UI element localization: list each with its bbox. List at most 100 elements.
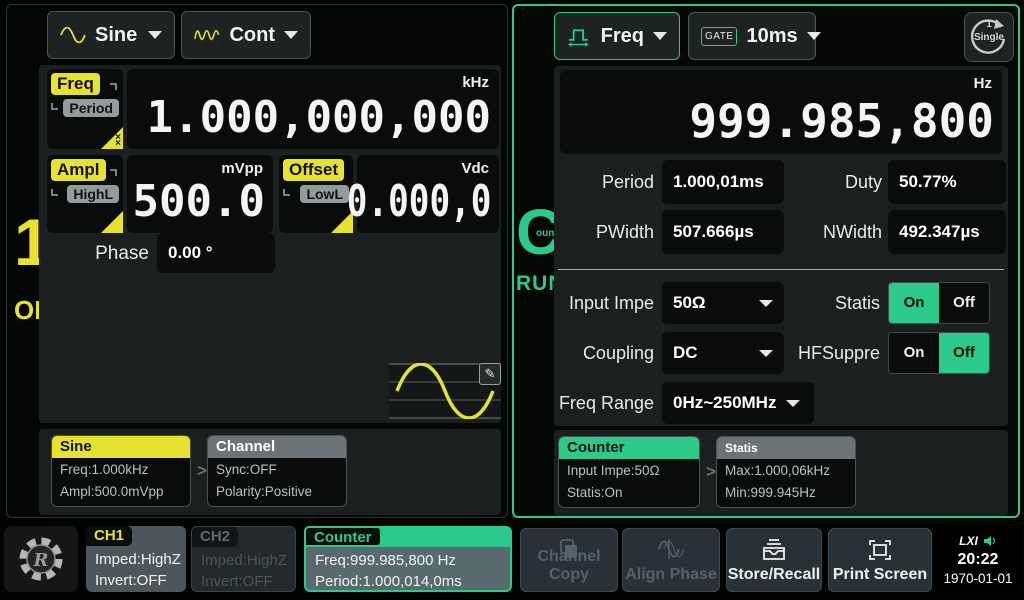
offset-display[interactable]: Vdc 0.000,0 bbox=[357, 155, 499, 233]
store-recall-label: Store/Recall bbox=[727, 566, 821, 584]
input-impedance-label: Input Impe bbox=[554, 293, 654, 314]
gate-time-select[interactable]: GATE 10ms bbox=[688, 12, 816, 60]
knob-indicator-icon bbox=[101, 211, 123, 233]
store-recall-button[interactable]: Store/Recall bbox=[726, 528, 822, 592]
coupling-label: Coupling bbox=[554, 343, 654, 364]
align-phase-label: Align Phase bbox=[623, 566, 719, 584]
chevron-right-icon: > bbox=[706, 462, 716, 482]
svg-text:R: R bbox=[33, 550, 49, 571]
caret-down-icon bbox=[786, 400, 800, 407]
ch1-status-tile[interactable]: CH1 Imped:HighZ Invert:OFF bbox=[86, 526, 186, 592]
ch1-tab-label: CH1 bbox=[86, 526, 132, 546]
waveform-preview[interactable]: ✎ bbox=[389, 363, 501, 419]
period-value: 1.000,01ms bbox=[662, 160, 784, 204]
channel1-parameters: Freq Period × kHz 1.000,000,000 Ampl Hig… bbox=[39, 65, 501, 423]
counter-freq-display[interactable]: Hz 999.985,800 bbox=[560, 70, 1002, 154]
ch1-invert: Invert:OFF bbox=[86, 570, 186, 591]
input-impedance-value: 50Ω bbox=[673, 293, 706, 313]
sine-icon bbox=[60, 27, 86, 43]
align-phase-button[interactable]: Align Phase bbox=[622, 528, 720, 592]
channel-card-polarity: Polarity:Positive bbox=[208, 482, 346, 502]
channel1-cards: Sine Freq:1.000kHz Ampl:500.0mVpp > Chan… bbox=[39, 429, 501, 515]
statis-toggle: On Off bbox=[888, 282, 990, 324]
phase-value: 0.00 ° bbox=[168, 243, 213, 263]
gear-logo-icon: R bbox=[15, 533, 67, 585]
hfsuppre-on-button[interactable]: On bbox=[889, 333, 939, 373]
ampl-key[interactable]: Ampl HighL × bbox=[47, 155, 123, 233]
counter-card-statis: Statis:On bbox=[559, 483, 699, 503]
corner-mark-icon bbox=[51, 189, 58, 196]
phase-field[interactable]: 0.00 ° bbox=[157, 233, 275, 273]
clock-time: 20:22 bbox=[936, 551, 1020, 569]
single-button[interactable]: 1 Single bbox=[964, 12, 1014, 62]
single-count: 1 bbox=[965, 19, 1013, 30]
caret-down-icon bbox=[653, 32, 667, 40]
freq-range-select[interactable]: 0Hz~250MHz bbox=[662, 382, 814, 424]
nwidth-value: 492.347µs bbox=[888, 210, 1006, 254]
period-value-text: 1.000,01ms bbox=[673, 172, 764, 192]
ampl-display[interactable]: mVpp 500.0 bbox=[127, 155, 273, 233]
ch2-invert: Invert:OFF bbox=[192, 571, 295, 592]
statis-on-button[interactable]: On bbox=[889, 283, 939, 323]
corner-mark-icon bbox=[51, 103, 58, 110]
channel-summary-card[interactable]: Channel Sync:OFF Polarity:Positive bbox=[207, 435, 347, 507]
waveform-select-label: Sine bbox=[95, 24, 137, 47]
freq-key[interactable]: Freq Period × bbox=[47, 69, 123, 149]
system-menu-button[interactable]: R bbox=[4, 526, 78, 592]
channel1-panel: Sine Cont 1 ON Freq Period × kHz 1 bbox=[6, 4, 508, 518]
continuous-wave-icon bbox=[194, 27, 220, 43]
status-clock-tile[interactable]: LXI 20:22 1970-01-01 bbox=[936, 526, 1020, 592]
freq-value: 1.000,000,000 bbox=[147, 92, 491, 143]
counter-status-tile[interactable]: Counter Freq:999.985,800 Hz Period:1.000… bbox=[304, 526, 512, 592]
counter-panel: Freq GATE 10ms 1 Single C ounter RUN Hz … bbox=[512, 4, 1020, 518]
ch2-tab-label: CH2 bbox=[192, 527, 238, 547]
ch2-status-tile[interactable]: CH2 Imped:HighZ Invert:OFF bbox=[191, 526, 296, 592]
edit-waveform-icon[interactable]: ✎ bbox=[479, 363, 501, 385]
highl-key-label: HighL bbox=[67, 185, 119, 203]
counter-summary-card[interactable]: Counter Input Impe:50Ω Statis:On bbox=[558, 436, 700, 508]
divider bbox=[558, 269, 1004, 270]
input-impedance-select[interactable]: 50Ω bbox=[662, 282, 784, 324]
mode-select[interactable]: Cont bbox=[181, 11, 311, 59]
offset-key[interactable]: Offset LowL bbox=[279, 155, 353, 233]
channel-copy-label: Channel Copy bbox=[521, 548, 617, 584]
offset-value: 0.000,0 bbox=[346, 176, 491, 227]
phase-label: Phase bbox=[59, 243, 149, 265]
corner-mark-icon bbox=[283, 189, 290, 196]
hfsuppre-off-button[interactable]: Off bbox=[939, 333, 989, 373]
freq-display[interactable]: kHz 1.000,000,000 bbox=[127, 69, 499, 149]
print-screen-icon bbox=[829, 537, 931, 563]
caret-down-icon bbox=[284, 31, 298, 39]
caret-down-icon bbox=[759, 300, 773, 307]
statis-summary-card[interactable]: Statis Max:1.000,06kHz Min:999.945Hz bbox=[716, 436, 856, 508]
caret-down-icon bbox=[759, 350, 773, 357]
print-screen-button[interactable]: Print Screen bbox=[828, 528, 932, 592]
counter-mode-select[interactable]: Freq bbox=[554, 12, 680, 60]
corner-mark-icon bbox=[110, 83, 117, 90]
counter-cards: Counter Input Impe:50Ω Statis:On > Stati… bbox=[554, 430, 1008, 516]
freq-range-value: 0Hz~250MHz bbox=[673, 393, 776, 413]
counter-freq-unit: Hz bbox=[974, 75, 992, 92]
waveform-select[interactable]: Sine bbox=[47, 11, 175, 59]
caret-down-icon bbox=[148, 31, 162, 39]
pwidth-value: 507.666µs bbox=[662, 210, 784, 254]
duty-label: Duty bbox=[784, 172, 882, 193]
period-label: Period bbox=[554, 172, 654, 193]
counter-mode-label: Freq bbox=[601, 25, 644, 48]
hfsuppre-toggle: On Off bbox=[888, 332, 990, 374]
channel-copy-button[interactable]: Channel Copy bbox=[520, 528, 618, 592]
pwidth-label: PWidth bbox=[554, 222, 654, 243]
coupling-select[interactable]: DC bbox=[662, 332, 784, 374]
channel-card-title: Channel bbox=[208, 436, 346, 458]
lowl-key-label: LowL bbox=[300, 185, 349, 203]
sine-summary-card[interactable]: Sine Freq:1.000kHz Ampl:500.0mVpp bbox=[51, 435, 191, 507]
knob-x-glyph: × bbox=[115, 132, 121, 143]
statis-off-button[interactable]: Off bbox=[939, 283, 989, 323]
period-key-label: Period bbox=[63, 99, 119, 117]
statis-card-max: Max:1.000,06kHz bbox=[717, 461, 855, 481]
sine-card-title: Sine bbox=[52, 436, 190, 458]
counter-tile-freq: Freq:999.985,800 Hz bbox=[306, 550, 510, 571]
counter-freq-value: 999.985,800 bbox=[689, 94, 994, 148]
freq-key-label: Freq bbox=[51, 73, 100, 95]
freq-range-label: Freq Range bbox=[554, 393, 654, 414]
